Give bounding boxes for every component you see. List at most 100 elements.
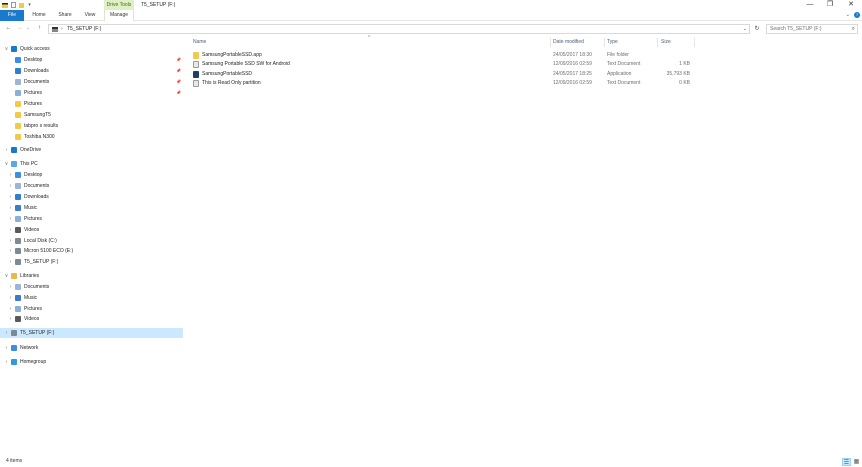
address-dropdown-icon[interactable]: ⌄ <box>743 25 747 34</box>
properties-icon[interactable] <box>11 2 16 8</box>
sidebar-item-desktop[interactable]: Desktop 📌 <box>0 55 183 65</box>
chevron-right-icon[interactable]: › <box>8 236 13 246</box>
chevron-down-icon[interactable]: ∨ <box>4 159 9 169</box>
sidebar-item-documents[interactable]: › Documents <box>0 181 183 191</box>
sidebar-item-toshiba-n300[interactable]: Toshiba N300 <box>0 132 183 142</box>
chevron-down-icon[interactable]: ∨ <box>4 44 9 54</box>
folder-icon <box>15 134 21 140</box>
chevron-right-icon[interactable]: › <box>8 257 13 267</box>
expand-ribbon-icon[interactable]: ⌄ <box>846 12 850 18</box>
tab-file[interactable]: File <box>0 10 24 21</box>
sidebar-item-pictures[interactable]: › Pictures <box>0 304 183 314</box>
search-box[interactable]: Search T5_SETUP (F:) ⌕ <box>766 24 858 34</box>
pin-icon[interactable]: 📌 <box>176 55 181 65</box>
customize-qat-icon[interactable]: ▾ <box>27 2 32 8</box>
chevron-right-icon[interactable]: › <box>8 314 13 324</box>
refresh-button[interactable]: ↻ <box>752 24 762 34</box>
file-size: 0 KB <box>679 80 690 86</box>
file-row[interactable]: Samsung Portable SSD SW for Android 12/09… <box>190 60 696 69</box>
sidebar-item-videos[interactable]: › Videos <box>0 314 183 324</box>
sidebar-item-label: Pictures <box>24 90 43 96</box>
chevron-right-icon[interactable]: › <box>8 214 13 224</box>
column-divider[interactable] <box>657 38 658 47</box>
chevron-right-icon[interactable]: › <box>4 328 9 338</box>
minimize-button[interactable]: — <box>800 0 820 10</box>
file-list-area[interactable] <box>188 35 862 454</box>
back-button[interactable]: ← <box>4 24 13 33</box>
sidebar-item-music[interactable]: › Music <box>0 293 183 303</box>
column-divider[interactable] <box>694 38 695 47</box>
sidebar-item-documents[interactable]: Documents 📌 <box>0 77 183 87</box>
sidebar-item-t5-setup-f[interactable]: › T5_SETUP (F:) <box>0 257 183 267</box>
address-path[interactable]: T5_SETUP (F:) <box>67 25 101 34</box>
column-divider[interactable] <box>604 38 605 47</box>
column-header-type[interactable]: Type <box>607 38 618 47</box>
pin-icon[interactable]: 📌 <box>176 77 181 87</box>
chevron-right-icon[interactable]: › <box>8 181 13 191</box>
file-row[interactable]: SamsungPortableSSD 24/05/2017 18:25 Applic… <box>190 70 696 79</box>
chevron-right-icon[interactable]: › <box>8 170 13 180</box>
sidebar-item-onedrive[interactable]: › OneDrive <box>0 145 183 155</box>
tab-home[interactable]: Home <box>28 10 50 21</box>
maximize-button[interactable]: ❐ <box>820 0 840 10</box>
sidebar-item-t5-setup-f[interactable]: › T5_SETUP (F:) <box>0 328 183 338</box>
large-icons-view-button[interactable]: ▦ <box>852 458 861 466</box>
sidebar-item-quick-access[interactable]: ∨ Quick access <box>0 44 183 54</box>
chevron-right-icon[interactable]: › <box>8 203 13 213</box>
search-icon[interactable]: ⌕ <box>852 25 855 34</box>
sidebar-item-pictures[interactable]: Pictures 📌 <box>0 88 183 98</box>
column-header-size[interactable]: Size <box>661 38 671 47</box>
recent-locations-button[interactable]: ⌄ <box>25 24 31 33</box>
chevron-right-icon[interactable]: › <box>8 304 13 314</box>
sidebar-item-downloads[interactable]: Downloads 📌 <box>0 66 183 76</box>
forward-button[interactable]: → <box>15 24 24 33</box>
tab-manage[interactable]: Manage <box>104 10 134 21</box>
address-separator[interactable]: › <box>61 25 63 34</box>
sidebar-item-videos[interactable]: › Videos <box>0 225 183 235</box>
file-row[interactable]: SamsungPortableSSD.app 24/05/2017 18:30 Fi… <box>190 51 696 60</box>
chevron-right-icon[interactable]: › <box>8 282 13 292</box>
tab-share[interactable]: Share <box>54 10 76 21</box>
chevron-down-icon[interactable]: ∨ <box>4 271 9 281</box>
chevron-right-icon[interactable]: › <box>4 357 9 367</box>
sidebar-item-documents[interactable]: › Documents <box>0 282 183 292</box>
sidebar-item-homegroup[interactable]: › Homegroup <box>0 357 183 367</box>
chevron-right-icon[interactable]: › <box>8 192 13 202</box>
item-count: 4 items <box>6 458 23 464</box>
star-icon <box>11 46 17 52</box>
sidebar-item-downloads[interactable]: › Downloads <box>0 192 183 202</box>
sidebar-item-micron-5100-eco-e[interactable]: › Micron 5100 ECO (E:) <box>0 246 183 256</box>
chevron-right-icon[interactable]: › <box>8 246 13 256</box>
file-date-modified: 12/09/2016 02:59 <box>553 80 592 86</box>
sidebar-item-libraries[interactable]: ∨ Libraries <box>0 271 183 281</box>
sidebar-item-local-disk-c[interactable]: › Local Disk (C:) <box>0 236 183 246</box>
new-folder-icon[interactable] <box>19 2 24 8</box>
help-icon[interactable]: ? <box>854 12 860 18</box>
details-view-button[interactable]: ☰ <box>842 458 851 466</box>
sidebar-item-music[interactable]: › Music <box>0 203 183 213</box>
sidebar-item-network[interactable]: › Network <box>0 343 183 353</box>
column-header-name[interactable]: Name <box>193 38 206 47</box>
close-button[interactable]: ✕ <box>841 0 861 10</box>
address-bar[interactable]: › T5_SETUP (F:) ⌄ <box>48 24 750 34</box>
pin-icon[interactable]: 📌 <box>176 66 181 76</box>
app-icon[interactable] <box>2 3 8 8</box>
chevron-right-icon[interactable]: › <box>4 343 9 353</box>
sidebar-item-label: Documents <box>24 284 50 290</box>
chevron-right-icon[interactable]: › <box>8 293 13 303</box>
sidebar-item-pictures[interactable]: › Pictures <box>0 214 183 224</box>
tab-view[interactable]: View <box>80 10 100 21</box>
pin-icon[interactable]: 📌 <box>176 88 181 98</box>
sidebar-item-tabpro-s-results[interactable]: tabpro s results <box>0 121 183 131</box>
column-divider[interactable] <box>550 38 551 47</box>
column-header-date-modified[interactable]: Date modified <box>553 38 584 47</box>
sidebar-item-desktop[interactable]: › Desktop <box>0 170 183 180</box>
up-button[interactable]: ↑ <box>35 24 44 33</box>
file-row[interactable]: This is Read Only partition 12/09/2016 02… <box>190 79 696 88</box>
sidebar-item-this-pc[interactable]: ∨ This PC <box>0 159 183 169</box>
chevron-right-icon[interactable]: › <box>4 145 9 155</box>
sidebar-item-samsungt5[interactable]: SamsungT5 <box>0 110 183 120</box>
chevron-right-icon[interactable]: › <box>8 225 13 235</box>
pictures-icon <box>15 306 21 312</box>
sidebar-item-pictures[interactable]: Pictures <box>0 99 183 109</box>
